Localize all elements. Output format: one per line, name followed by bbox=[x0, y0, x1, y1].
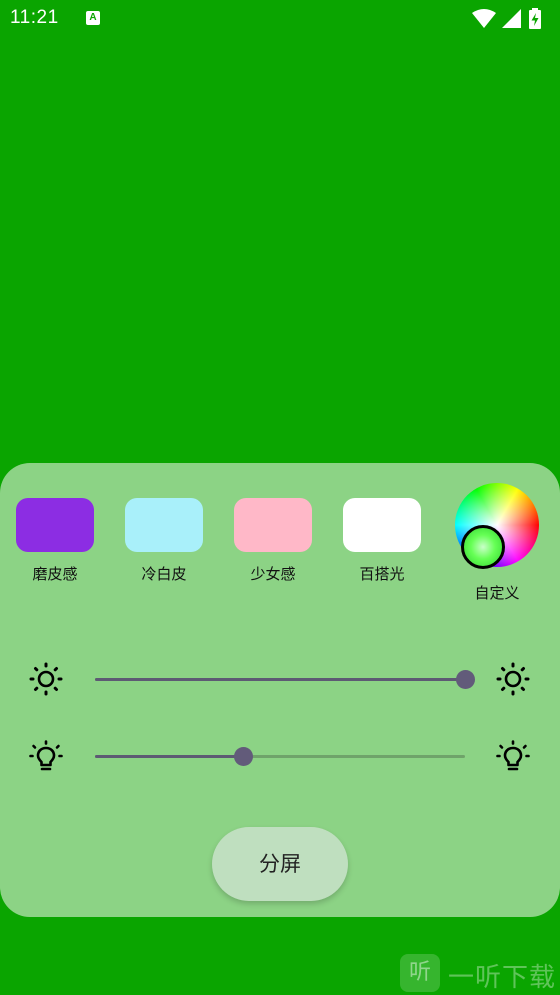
brightness-slider-fill bbox=[95, 678, 465, 681]
watermark-logo: 听 bbox=[400, 954, 440, 992]
battery-charging-icon bbox=[529, 8, 541, 29]
watermark-text: 一听下载 bbox=[448, 963, 557, 993]
lightbulb-icon bbox=[496, 740, 530, 771]
lightbulb-icon bbox=[29, 740, 63, 771]
preset-cool-white-label: 冷白皮 bbox=[141, 565, 187, 583]
brightness-slider-thumb[interactable] bbox=[456, 670, 475, 689]
preset-girly-swatch[interactable] bbox=[234, 498, 312, 552]
notification-a-icon: A bbox=[86, 11, 100, 25]
sun-icon bbox=[496, 662, 530, 696]
status-bar: 11:21 A bbox=[0, 0, 560, 40]
color-picker-handle[interactable] bbox=[461, 525, 505, 569]
split-screen-button[interactable]: 分屏 bbox=[212, 827, 348, 901]
preset-smooth-skin-label: 磨皮感 bbox=[32, 565, 78, 583]
light-intensity-slider-fill bbox=[95, 755, 243, 758]
status-icons bbox=[472, 8, 552, 30]
preset-versatile-light-swatch[interactable] bbox=[343, 498, 421, 552]
beauty-light-panel: 磨皮感 冷白皮 少女感 百搭光 自定义 分屏 bbox=[0, 463, 560, 917]
preset-girly-label: 少女感 bbox=[250, 565, 296, 583]
preset-smooth-skin-swatch[interactable] bbox=[16, 498, 94, 552]
preset-cool-white-swatch[interactable] bbox=[125, 498, 203, 552]
light-intensity-slider[interactable] bbox=[95, 747, 465, 766]
preset-versatile-light-label: 百搭光 bbox=[359, 565, 405, 583]
light-intensity-slider-thumb[interactable] bbox=[234, 747, 253, 766]
brightness-slider[interactable] bbox=[95, 670, 475, 689]
wifi-icon bbox=[472, 9, 496, 28]
signal-icon bbox=[502, 9, 521, 28]
sun-icon bbox=[29, 662, 63, 696]
watermark: 听 一听下载 bbox=[400, 952, 560, 995]
custom-color-label: 自定义 bbox=[474, 584, 520, 602]
status-time: 11:21 bbox=[10, 7, 59, 28]
